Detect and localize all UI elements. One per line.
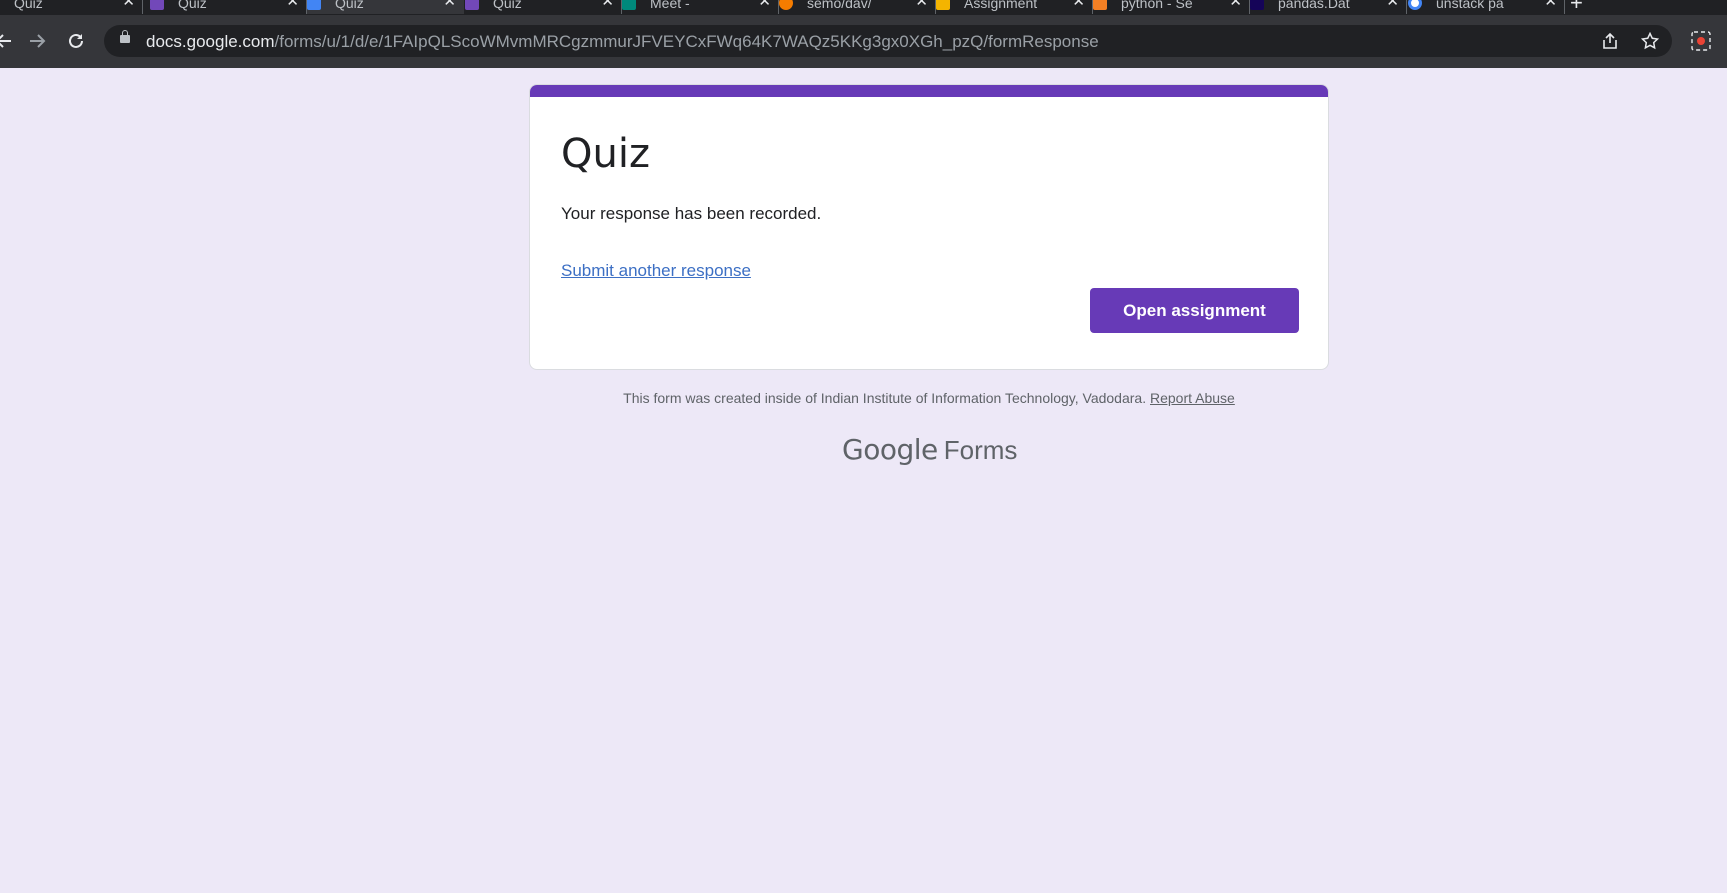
classroom-icon: [307, 0, 321, 10]
forms-icon: [465, 0, 479, 10]
tab-title: Quiz: [335, 0, 364, 11]
google-forms-logo[interactable]: Google Forms: [842, 433, 1017, 466]
stackoverflow-icon: [1093, 0, 1107, 10]
tab-title: Meet -: [650, 0, 690, 11]
browser-toolbar: docs.google.com/forms/u/1/d/e/1FAIpQLSco…: [0, 15, 1727, 68]
footer-note-text: This form was created inside of Indian I…: [623, 390, 1147, 406]
open-assignment-button[interactable]: Open assignment: [1090, 288, 1299, 333]
tab-separator: [142, 0, 143, 14]
browser-tab[interactable]: Assignment ✕: [936, 0, 1093, 14]
pandas-icon: [1250, 0, 1264, 10]
assignment-icon: [936, 0, 950, 10]
footer-note: This form was created inside of Indian I…: [529, 390, 1329, 406]
extension-record-icon[interactable]: [1690, 30, 1712, 52]
tab-title: Assignment: [964, 0, 1038, 11]
submit-another-response-link[interactable]: Submit another response: [561, 261, 751, 281]
share-icon[interactable]: [1600, 31, 1620, 51]
close-icon[interactable]: ✕: [915, 0, 928, 9]
forms-icon: [150, 0, 164, 10]
new-tab-button[interactable]: +: [1570, 0, 1583, 14]
close-icon[interactable]: ✕: [122, 0, 135, 9]
tab-separator: [1564, 0, 1565, 14]
close-icon[interactable]: ✕: [1544, 0, 1557, 9]
back-button[interactable]: [0, 27, 18, 55]
close-icon[interactable]: ✕: [1229, 0, 1242, 9]
reload-button[interactable]: [62, 27, 90, 55]
close-icon[interactable]: ✕: [1386, 0, 1399, 9]
tab-title: unstack pa: [1436, 0, 1504, 11]
close-icon[interactable]: ✕: [443, 0, 456, 9]
close-icon[interactable]: ✕: [601, 0, 614, 9]
reload-icon: [69, 33, 83, 48]
logo-forms-text: Forms: [943, 435, 1018, 465]
tab-separator: [1406, 0, 1407, 14]
close-icon[interactable]: ✕: [1072, 0, 1085, 9]
back-arrow-icon: [0, 34, 11, 48]
jupyter-icon: [779, 0, 793, 10]
browser-tab[interactable]: Quiz ✕: [0, 0, 143, 14]
tab-strip: Quiz ✕ Quiz ✕ Quiz ✕ Quiz ✕ Meet - ✕ sem…: [0, 0, 1727, 15]
form-title: Quiz: [561, 131, 650, 177]
browser-tab[interactable]: Meet - ✕: [622, 0, 779, 14]
close-icon[interactable]: ✕: [286, 0, 299, 9]
browser-tab[interactable]: semo/dav/ ✕: [779, 0, 936, 14]
google-icon: [1408, 0, 1422, 10]
tab-title: Quiz: [14, 0, 43, 11]
report-abuse-link[interactable]: Report Abuse: [1150, 390, 1235, 406]
browser-tab[interactable]: Quiz ✕: [150, 0, 307, 14]
url-text[interactable]: docs.google.com/forms/u/1/d/e/1FAIpQLSco…: [146, 32, 1099, 52]
forward-button[interactable]: [23, 27, 51, 55]
tab-title: Quiz: [178, 0, 207, 11]
close-icon[interactable]: ✕: [758, 0, 771, 9]
logo-google-text: Google: [842, 433, 938, 466]
browser-tab[interactable]: Quiz ✕: [465, 0, 622, 14]
browser-tab[interactable]: unstack pa ✕: [1408, 0, 1565, 14]
tab-title: pandas.Dat: [1278, 0, 1350, 11]
browser-tab[interactable]: python - Se ✕: [1093, 0, 1250, 14]
tab-title: python - Se: [1121, 0, 1193, 11]
url-host: docs.google.com: [146, 32, 275, 51]
address-bar[interactable]: docs.google.com/forms/u/1/d/e/1FAIpQLSco…: [104, 25, 1672, 57]
browser-tab[interactable]: pandas.Dat ✕: [1250, 0, 1407, 14]
bookmark-star-icon[interactable]: [1640, 31, 1660, 51]
url-path: /forms/u/1/d/e/1FAIpQLScoWMvmMRCgzmmurJF…: [274, 32, 1099, 51]
lock-icon[interactable]: [120, 30, 130, 43]
browser-tab-active[interactable]: Quiz ✕: [307, 0, 464, 14]
tab-title: semo/dav/: [807, 0, 872, 11]
confirmation-message: Your response has been recorded.: [561, 204, 822, 223]
meet-icon: [622, 0, 636, 10]
form-card: Quiz Your response has been recorded. Su…: [529, 84, 1329, 370]
tab-title: Quiz: [493, 0, 522, 11]
form-accent-bar: [530, 85, 1328, 97]
forward-arrow-icon: [30, 34, 46, 48]
